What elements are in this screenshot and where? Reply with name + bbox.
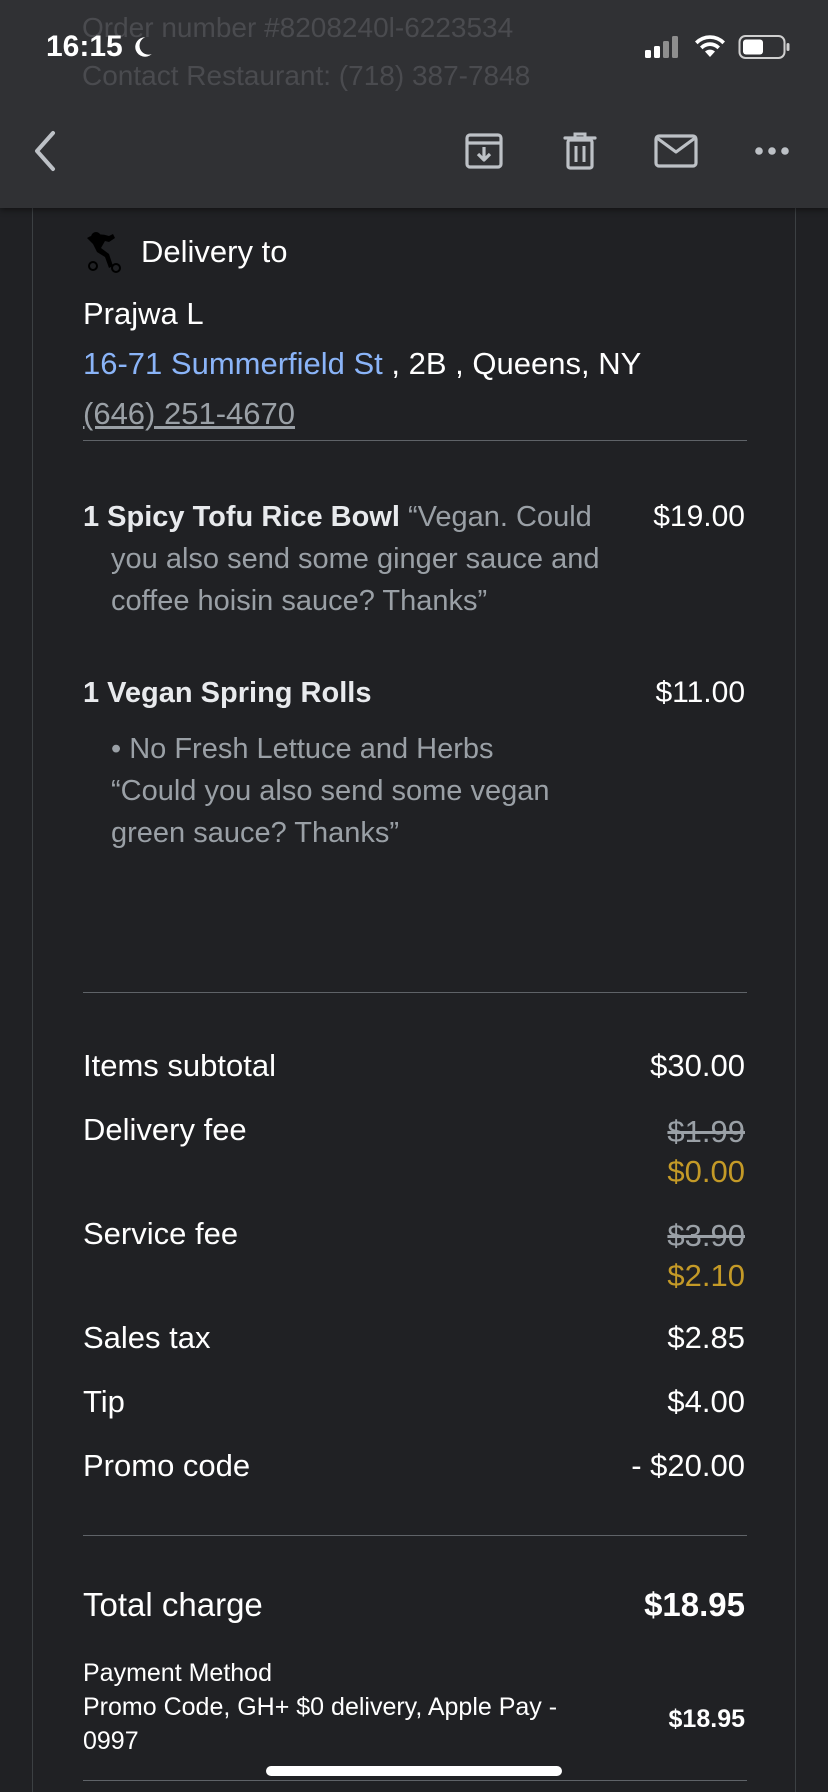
tip-label: Tip bbox=[83, 1384, 125, 1419]
subtotal-value: $30.00 bbox=[650, 1048, 745, 1083]
total-charge-row: Total charge $18.95 bbox=[83, 1586, 745, 1624]
sales-tax-label: Sales tax bbox=[83, 1320, 211, 1355]
delivery-address: 16-71 Summerfield St , 2B , Queens, NY bbox=[83, 346, 745, 382]
delivery-fee-label: Delivery fee bbox=[83, 1112, 247, 1147]
item-price: $19.00 bbox=[653, 500, 745, 533]
back-button[interactable] bbox=[20, 126, 70, 176]
address-rest: , 2B , Queens, NY bbox=[382, 346, 642, 381]
payment-method-detail: Promo Code, GH+ $0 delivery, Apple Pay -… bbox=[83, 1693, 558, 1755]
receipt-card: Delivery to Prajwa L 16-71 Summerfield S… bbox=[32, 200, 796, 1792]
address-street-link[interactable]: 16-71 Summerfield St bbox=[83, 346, 383, 381]
payment-method: Payment Method Promo Code, GH+ $0 delive… bbox=[83, 1656, 745, 1758]
mail-button[interactable] bbox=[651, 126, 701, 176]
service-fee-label: Service fee bbox=[83, 1216, 239, 1251]
delivery-heading-text: Delivery to bbox=[141, 234, 288, 269]
order-item: 1 Spicy Tofu Rice Bowl “Vegan. Could you… bbox=[83, 496, 745, 622]
item-note: “Could you also send some vegan green sa… bbox=[111, 775, 550, 849]
service-fee-discounted: $2.10 bbox=[667, 1258, 745, 1293]
item-note: you also send some ginger sauce and coff… bbox=[111, 543, 600, 617]
wifi-icon bbox=[695, 35, 725, 57]
moon-icon bbox=[134, 37, 152, 57]
more-icon bbox=[755, 147, 789, 155]
divider bbox=[83, 1535, 747, 1536]
promo-code-label: Promo code bbox=[83, 1448, 251, 1483]
divider bbox=[83, 440, 747, 441]
tip-value: $4.00 bbox=[667, 1384, 745, 1419]
delivery-fee-row: Delivery fee $1.99 $0.00 bbox=[83, 1112, 745, 1192]
total-charge-amount: $18.95 bbox=[644, 1586, 745, 1623]
service-fee-row: Service fee $3.90 $2.10 bbox=[83, 1216, 745, 1296]
mail-icon bbox=[654, 134, 698, 168]
ghost-contact: Contact Restaurant: (718) 387-7848 bbox=[82, 60, 531, 91]
signal-icon bbox=[645, 36, 678, 58]
item-option: • No Fresh Lettuce and Herbs bbox=[111, 733, 494, 765]
subtotal-row: Items subtotal $30.00 bbox=[83, 1048, 745, 1084]
trash-icon bbox=[563, 132, 597, 170]
home-indicator[interactable] bbox=[266, 1766, 562, 1776]
payment-amount: $18.95 bbox=[668, 1705, 745, 1733]
sales-tax-row: Sales tax $2.85 bbox=[83, 1320, 745, 1356]
sales-tax-value: $2.85 bbox=[667, 1320, 745, 1355]
top-app-bar: Order number #8208240l-6223534 Contact R… bbox=[0, 0, 828, 208]
status-time: 16:15 bbox=[46, 30, 155, 64]
divider bbox=[83, 992, 747, 993]
delete-button[interactable] bbox=[555, 126, 605, 176]
item-note-start: “Vegan. Could bbox=[399, 501, 592, 533]
item-name: 1 Vegan Spring Rolls bbox=[83, 677, 372, 709]
battery-icon bbox=[738, 35, 790, 59]
recipient-name: Prajwa L bbox=[83, 296, 204, 331]
more-button[interactable] bbox=[747, 126, 797, 176]
archive-icon bbox=[465, 133, 503, 169]
tip-row: Tip $4.00 bbox=[83, 1384, 745, 1420]
promo-code-value: - $20.00 bbox=[631, 1448, 745, 1483]
item-price: $11.00 bbox=[655, 676, 745, 709]
scooter-icon bbox=[87, 232, 121, 273]
payment-method-label: Payment Method bbox=[83, 1659, 272, 1687]
back-icon bbox=[35, 131, 55, 171]
delivery-heading: Delivery to bbox=[83, 230, 745, 274]
delivery-fee-discounted: $0.00 bbox=[667, 1154, 745, 1189]
promo-code-row: Promo code - $20.00 bbox=[83, 1448, 745, 1484]
status-icons bbox=[644, 34, 792, 60]
archive-button[interactable] bbox=[459, 126, 509, 176]
service-fee-original: $3.90 bbox=[667, 1218, 745, 1253]
phone-link[interactable]: (646) 251-4670 bbox=[83, 396, 745, 432]
order-item: 1 Vegan Spring Rolls • No Fresh Lettuce … bbox=[83, 672, 745, 854]
delivery-fee-original: $1.99 bbox=[667, 1114, 745, 1149]
total-charge-label: Total charge bbox=[83, 1586, 263, 1623]
item-name: 1 Spicy Tofu Rice Bowl bbox=[83, 501, 400, 533]
status-time-text: 16:15 bbox=[46, 30, 123, 63]
divider bbox=[83, 1780, 747, 1781]
subtotal-label: Items subtotal bbox=[83, 1048, 276, 1083]
